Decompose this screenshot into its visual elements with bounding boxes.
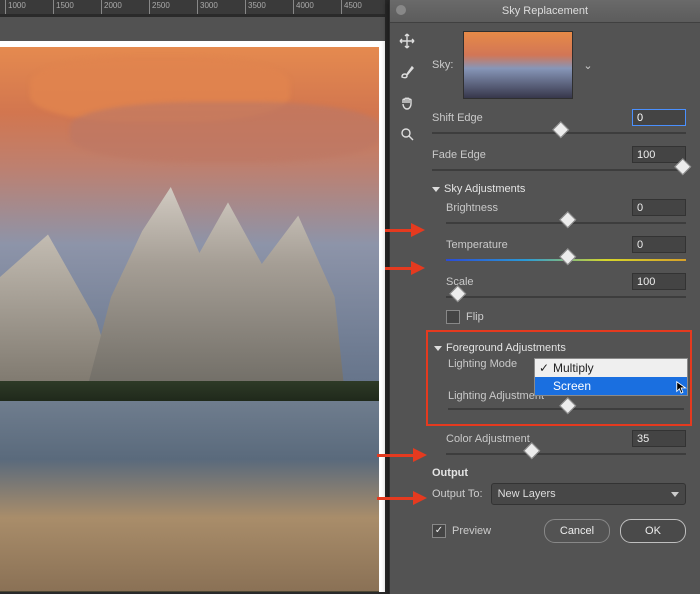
- shift-edge-label: Shift Edge: [432, 112, 483, 124]
- brightness-input[interactable]: 0: [632, 199, 686, 216]
- dialog-title: Sky Replacement: [502, 5, 588, 17]
- zoom-tool-icon[interactable]: [399, 126, 415, 145]
- flip-label: Flip: [466, 311, 484, 323]
- sky-preset-thumbnail[interactable]: [463, 31, 573, 99]
- document-canvas[interactable]: [0, 17, 385, 592]
- cursor-icon: [675, 380, 689, 394]
- move-tool-icon[interactable]: [399, 33, 415, 52]
- lighting-mode-dropdown[interactable]: ✓Multiply Screen: [534, 358, 688, 396]
- brush-tool-icon[interactable]: [399, 64, 415, 83]
- cancel-button[interactable]: Cancel: [544, 519, 610, 543]
- dropdown-option-screen[interactable]: Screen: [535, 377, 687, 395]
- dropdown-option-multiply[interactable]: ✓Multiply: [535, 359, 687, 377]
- shift-edge-slider[interactable]: [432, 128, 686, 138]
- shift-edge-input[interactable]: 0: [632, 109, 686, 126]
- chevron-down-icon: [434, 346, 442, 351]
- section-sky-adjustments[interactable]: Sky Adjustments: [432, 183, 686, 195]
- lighting-adjustment-label: Lighting Adjustment: [448, 390, 544, 402]
- preview-label: Preview: [452, 525, 491, 537]
- fade-edge-input[interactable]: 100: [632, 146, 686, 163]
- color-adjustment-input[interactable]: 35: [632, 430, 686, 447]
- brightness-slider[interactable]: [446, 218, 686, 228]
- brightness-label: Brightness: [446, 202, 498, 214]
- temperature-input[interactable]: 0: [632, 236, 686, 253]
- fade-edge-slider[interactable]: [432, 165, 686, 175]
- sky-replacement-dialog: Sky Replacement Sky: ⌄ Shift Edge 0: [389, 0, 700, 594]
- chevron-down-icon: [671, 492, 679, 497]
- scale-input[interactable]: 100: [632, 273, 686, 290]
- dialog-titlebar[interactable]: Sky Replacement: [390, 0, 700, 23]
- preview-checkbox[interactable]: [432, 524, 446, 538]
- hand-tool-icon[interactable]: [399, 95, 415, 114]
- section-output[interactable]: Output: [432, 467, 686, 479]
- section-foreground-adjustments[interactable]: Foreground Adjustments: [434, 342, 684, 354]
- lighting-mode-label: Lighting Mode: [448, 358, 517, 370]
- color-adjustment-slider[interactable]: [446, 449, 686, 459]
- fade-edge-label: Fade Edge: [432, 149, 486, 161]
- document-ruler: 1000 1500 2000 2500 3000 3500 4000 4500: [0, 0, 385, 14]
- scale-slider[interactable]: [446, 292, 686, 302]
- chevron-down-icon: [432, 187, 440, 192]
- output-to-label: Output To:: [432, 488, 483, 500]
- sky-label: Sky:: [432, 59, 453, 71]
- color-adjustment-label: Color Adjustment: [446, 433, 530, 445]
- temperature-slider[interactable]: [446, 255, 686, 265]
- scale-label: Scale: [446, 276, 474, 288]
- chevron-down-icon[interactable]: ⌄: [583, 59, 592, 72]
- close-icon[interactable]: [396, 5, 406, 15]
- lighting-adjustment-slider[interactable]: [448, 404, 684, 414]
- output-to-select[interactable]: New Layers: [491, 483, 686, 505]
- annotation-highlight-box: Foreground Adjustments Lighting Mode ✓Mu…: [426, 330, 692, 426]
- temperature-label: Temperature: [446, 239, 508, 251]
- flip-checkbox[interactable]: [446, 310, 460, 324]
- image-preview: [0, 41, 385, 592]
- ok-button[interactable]: OK: [620, 519, 686, 543]
